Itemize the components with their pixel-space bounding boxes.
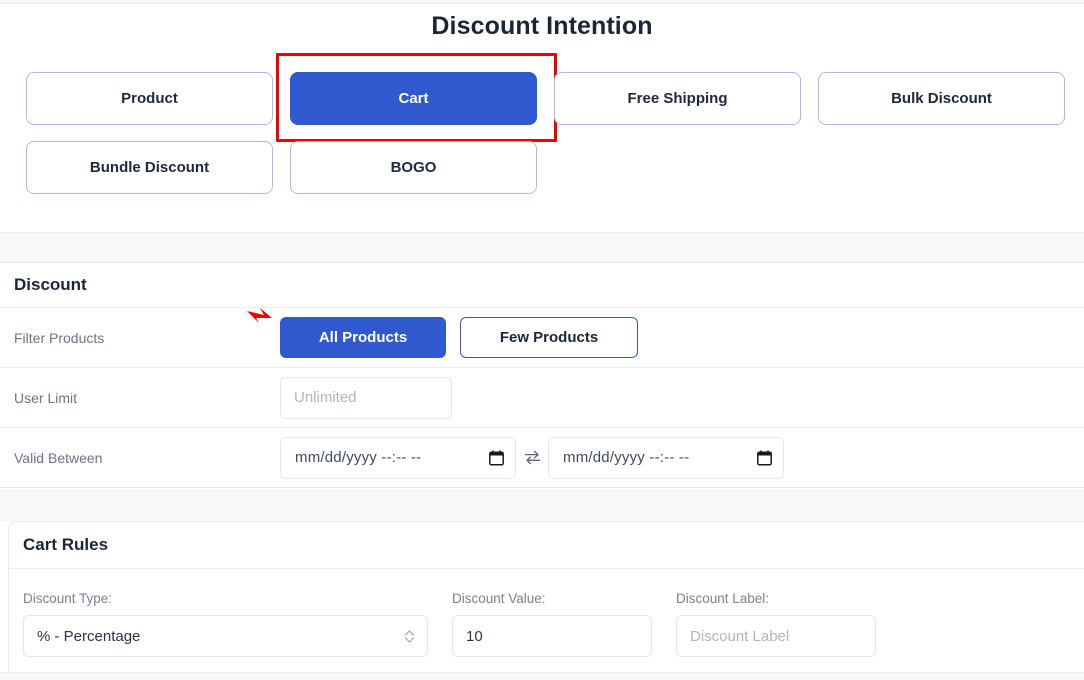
filter-products-all-button[interactable]: All Products (280, 317, 446, 358)
page-title: Discount Intention (431, 12, 653, 40)
intention-button-bundle-discount[interactable]: Bundle Discount (26, 141, 273, 194)
label-discount-value: Discount Value: (452, 591, 546, 606)
discount-value-input[interactable] (452, 615, 652, 657)
field-discount-type: Discount Type: % - Percentage (23, 591, 428, 657)
calendar-icon[interactable] (489, 449, 504, 466)
intention-cell-bundle-discount: Bundle Discount (26, 141, 273, 194)
label-valid-between: Valid Between (14, 449, 103, 466)
section-separator-band-bottom (0, 672, 1084, 680)
user-limit-input[interactable] (280, 376, 452, 419)
discount-label-input[interactable] (676, 615, 876, 657)
control-filter-products: All Products Few Products (247, 308, 638, 358)
control-user-limit (280, 376, 452, 419)
discount-card: Discount Filter Products All Products Fe… (0, 263, 1084, 490)
valid-to-placeholder-text: mm/dd/yyyy --:-- -- (563, 449, 690, 466)
label-discount-type: Discount Type: (23, 591, 113, 606)
valid-from-placeholder-text: mm/dd/yyyy --:-- -- (295, 449, 422, 466)
intention-row-2: Bundle Discount BOGO (26, 141, 1070, 194)
calendar-icon[interactable] (757, 449, 772, 466)
field-discount-label: Discount Label: (676, 591, 876, 657)
intention-cell-product: Product (26, 72, 273, 125)
cart-rules-heading: Cart Rules (9, 522, 1084, 569)
cart-rules-card: Cart Rules Discount Type: % - Percentage… (8, 521, 1084, 672)
mouse-cursor-arrow-icon (247, 308, 272, 323)
top-strip (0, 0, 1084, 4)
row-valid-between: Valid Between mm/dd/yyyy --:-- -- mm/dd/… (0, 428, 1084, 488)
discount-type-select[interactable]: % - Percentage (23, 615, 428, 657)
swap-dates-icon[interactable] (516, 450, 548, 465)
section-separator-band-middle (0, 490, 1084, 521)
intention-cell-bogo: BOGO (290, 141, 537, 194)
field-discount-value: Discount Value: (452, 591, 652, 657)
filter-products-few-button[interactable]: Few Products (460, 317, 638, 358)
discount-type-selected-value: % - Percentage (37, 627, 141, 645)
row-filter-products: Filter Products All Products Few Product… (0, 308, 1084, 368)
row-user-limit: User Limit (0, 368, 1084, 428)
intention-button-bulk-discount[interactable]: Bulk Discount (818, 72, 1065, 125)
intention-button-free-shipping[interactable]: Free Shipping (554, 72, 801, 125)
section-separator-band-top (0, 232, 1084, 263)
discount-intention-page: Discount Intention Product Cart Free Shi… (0, 0, 1084, 680)
intention-button-cart[interactable]: Cart (290, 72, 537, 125)
intention-button-bogo[interactable]: BOGO (290, 141, 537, 194)
discount-card-heading: Discount (0, 263, 1084, 308)
label-discount-label: Discount Label: (676, 591, 770, 606)
control-valid-between: mm/dd/yyyy --:-- -- mm/dd/yyyy --:-- -- (280, 436, 784, 479)
cart-rules-body: Discount Type: % - Percentage Discount V… (9, 569, 1084, 657)
intention-cell-free-shipping: Free Shipping (554, 72, 801, 125)
intention-button-area: Product Cart Free Shipping Bulk Discount… (26, 53, 1070, 210)
valid-to-datetime-input[interactable]: mm/dd/yyyy --:-- -- (548, 436, 784, 479)
intention-cell-cart: Cart (276, 53, 557, 142)
valid-from-datetime-input[interactable]: mm/dd/yyyy --:-- -- (280, 436, 516, 479)
label-user-limit: User Limit (14, 389, 78, 406)
label-filter-products: Filter Products (14, 329, 105, 346)
intention-cell-bulk-discount: Bulk Discount (818, 72, 1065, 125)
intention-row-1: Product Cart Free Shipping Bulk Discount (26, 53, 1070, 142)
chevron-updown-icon[interactable] (404, 629, 415, 644)
intention-button-product[interactable]: Product (26, 72, 273, 125)
